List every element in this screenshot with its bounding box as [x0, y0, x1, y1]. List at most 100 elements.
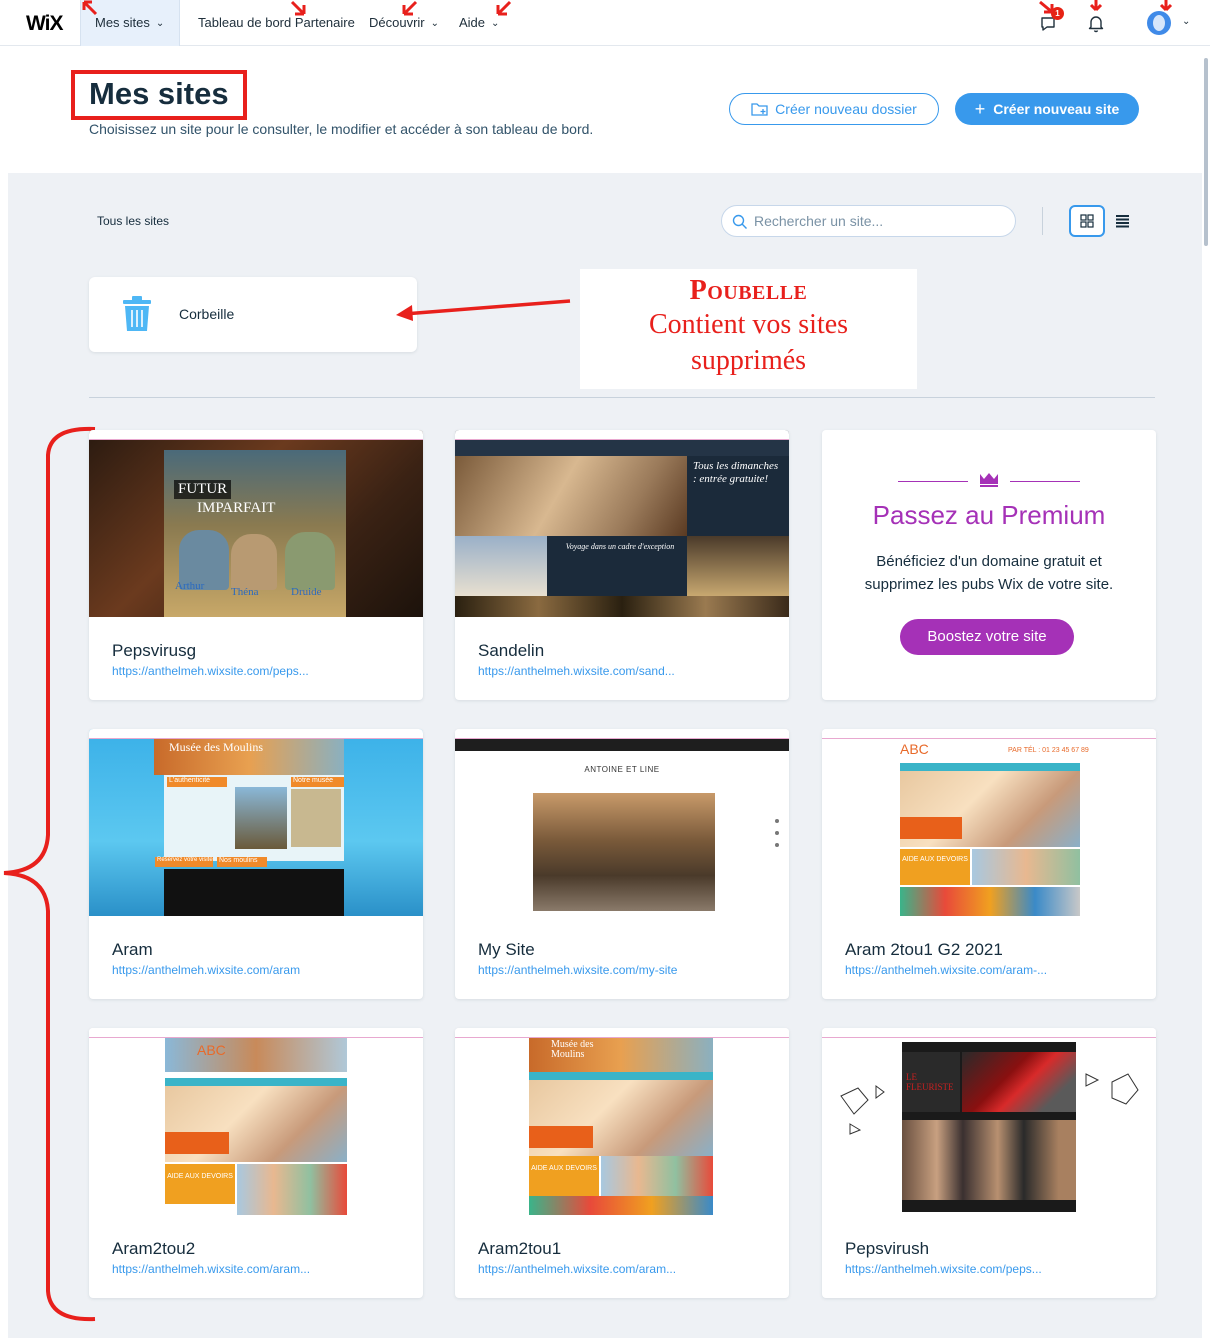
castle-photo	[455, 536, 547, 596]
page-subtitle: Choisissez un site pour le consulter, le…	[89, 121, 594, 137]
portraits-strip	[455, 596, 789, 617]
red-arrow-icon	[496, 0, 512, 16]
scrollbar[interactable]	[1204, 58, 1208, 246]
kids-grid	[972, 849, 1080, 885]
create-site-button[interactable]: + Créer nouveau site	[955, 93, 1139, 125]
section-divider	[89, 397, 1155, 398]
thumbnail-title: ANTOINE ET LINE	[584, 765, 660, 774]
annotation-highlight-box	[71, 70, 247, 120]
list-view-toggle[interactable]	[1108, 205, 1138, 237]
red-brace-icon	[3, 426, 96, 1322]
site-card[interactable]: Musée des Moulins AIDE AUX DEVOIRS Aram2…	[455, 1028, 789, 1298]
red-arrow-icon	[1089, 0, 1103, 12]
site-name: Pepsvirusg	[112, 641, 197, 660]
site-thumbnail[interactable]: ABC PAR TÉL : 01 23 45 67 89 AIDE AUX DE…	[822, 729, 1156, 916]
search-icon	[732, 214, 747, 229]
red-arrow-icon	[1039, 0, 1054, 14]
thumbnail-banner-orange	[900, 817, 962, 839]
all-sites-label[interactable]: Tous les sites	[97, 214, 169, 228]
site-card[interactable]: ABC PAR TÉL : 01 23 45 67 89 AIDE AUX DE…	[822, 729, 1156, 999]
thumbnail-nav	[455, 739, 789, 751]
nav-partner-dashboard[interactable]: Tableau de bord Partenaire	[198, 0, 355, 46]
thumbnail-banner	[89, 430, 423, 440]
thumbnail-label: AIDE AUX DEVOIRS	[900, 849, 970, 885]
character-label: Druide	[291, 586, 322, 598]
diamond-icon	[840, 1085, 885, 1135]
site-thumbnail[interactable]: Musée des Moulins AIDE AUX DEVOIRS	[455, 1028, 789, 1215]
wix-logo[interactable]: WiX	[26, 12, 63, 36]
grid-view-toggle[interactable]	[1069, 205, 1105, 237]
social-icon	[775, 819, 779, 823]
social-icon	[775, 843, 779, 847]
site-url[interactable]: https://anthelmeh.wixsite.com/peps...	[112, 664, 309, 678]
kids-grid	[900, 887, 1080, 916]
trash-label: Corbeille	[179, 306, 235, 322]
site-url[interactable]: https://anthelmeh.wixsite.com/peps...	[845, 1262, 1042, 1276]
thumbnail-label: Nos moulins	[217, 857, 267, 867]
search-input[interactable]	[754, 211, 1004, 231]
character-figure	[285, 532, 335, 590]
thumbnail-quote: Tous les dimanches : entrée gratuite!	[693, 460, 779, 485]
site-name: Aram2tou1	[478, 1239, 562, 1258]
site-url[interactable]: https://anthelmeh.wixsite.com/aram...	[112, 1262, 310, 1276]
site-card[interactable]: Tous les dimanches : entrée gratuite! Vo…	[455, 430, 789, 700]
site-card[interactable]: ABC AIDE AUX DEVOIRS Aram2tou2 https://a…	[89, 1028, 423, 1298]
search-box[interactable]	[721, 205, 1016, 237]
house-photo	[533, 793, 715, 911]
site-thumbnail[interactable]: FUTUR IMPARFAIT Arthur Théna Druide	[89, 430, 423, 617]
kids-grid	[601, 1156, 713, 1196]
create-folder-label: Créer nouveau dossier	[775, 101, 917, 117]
thumbnail-nav	[900, 763, 1080, 771]
site-url[interactable]: https://anthelmeh.wixsite.com/my-site	[478, 963, 677, 977]
site-thumbnail[interactable]: LE FLEURISTE	[822, 1028, 1156, 1215]
thumbnail-nav	[455, 440, 789, 456]
thumbnail-banner	[89, 729, 423, 739]
windmill-photo	[235, 787, 287, 849]
thumbnail-nav	[529, 1072, 713, 1080]
thumbnail-caption: Voyage dans un cadre d'exception	[565, 542, 675, 551]
kids-grid	[529, 1196, 713, 1215]
site-card[interactable]: LE FLEURISTE Pepsvirush https://anthelme…	[822, 1028, 1156, 1298]
site-card[interactable]: ANTOINE ET LINE My Site https://anthelme…	[455, 729, 789, 999]
create-folder-button[interactable]: Créer nouveau dossier	[729, 93, 939, 125]
red-arrow-icon	[1159, 0, 1173, 12]
thumbnail-banner	[455, 430, 789, 440]
rose-photo	[962, 1052, 1076, 1112]
divider	[1010, 481, 1080, 482]
site-name: Aram 2tou1 G2 2021	[845, 940, 1003, 959]
site-url[interactable]: https://anthelmeh.wixsite.com/aram	[112, 963, 300, 977]
trash-card[interactable]: Corbeille	[89, 277, 417, 352]
premium-card: Passez au Premium Bénéficiez d'un domain…	[822, 430, 1156, 700]
premium-title: Passez au Premium	[872, 500, 1106, 530]
site-card[interactable]: Musée des Moulins L'authenticité Notre m…	[89, 729, 423, 999]
hall-photo	[687, 536, 789, 596]
site-thumbnail[interactable]: ABC AIDE AUX DEVOIRS	[89, 1028, 423, 1215]
thumbnail-phone: PAR TÉL : 01 23 45 67 89	[1008, 747, 1089, 754]
diamond-icon	[1085, 1073, 1139, 1105]
chevron-down-icon: ⌄	[155, 18, 165, 29]
site-card[interactable]: FUTUR IMPARFAIT Arthur Théna Druide Peps…	[89, 430, 423, 700]
kids-grid	[237, 1164, 347, 1215]
video-player	[164, 869, 344, 916]
site-thumbnail[interactable]: ANTOINE ET LINE	[455, 729, 789, 916]
create-site-label: Créer nouveau site	[993, 101, 1120, 117]
annotation-line-1: Contient vos sites	[648, 309, 849, 340]
painting	[455, 456, 687, 536]
thumbnail-label: AIDE AUX DEVOIRS	[529, 1156, 599, 1196]
annotation-note: Poubelle Contient vos sites supprimés	[580, 269, 917, 389]
grid-icon	[1080, 214, 1094, 228]
map-photo	[291, 789, 341, 847]
thumbnail-label: L'authenticité	[167, 777, 227, 787]
site-url[interactable]: https://anthelmeh.wixsite.com/aram...	[478, 1262, 676, 1276]
character-figure	[231, 534, 277, 590]
boost-site-button[interactable]: Boostez votre site	[900, 619, 1074, 655]
site-thumbnail[interactable]: Tous les dimanches : entrée gratuite! Vo…	[455, 430, 789, 617]
site-url[interactable]: https://anthelmeh.wixsite.com/aram-...	[845, 963, 1047, 977]
site-url[interactable]: https://anthelmeh.wixsite.com/sand...	[478, 664, 675, 678]
site-thumbnail[interactable]: Musée des Moulins L'authenticité Notre m…	[89, 729, 423, 916]
thumbnail-title: FUTUR	[174, 480, 232, 499]
chevron-down-icon[interactable]: ⌄	[1182, 16, 1190, 27]
premium-text: Bénéficiez d'un domaine gratuit et suppr…	[864, 553, 1114, 593]
site-name: My Site	[478, 940, 535, 959]
nav-help-label: Aide	[459, 15, 486, 30]
